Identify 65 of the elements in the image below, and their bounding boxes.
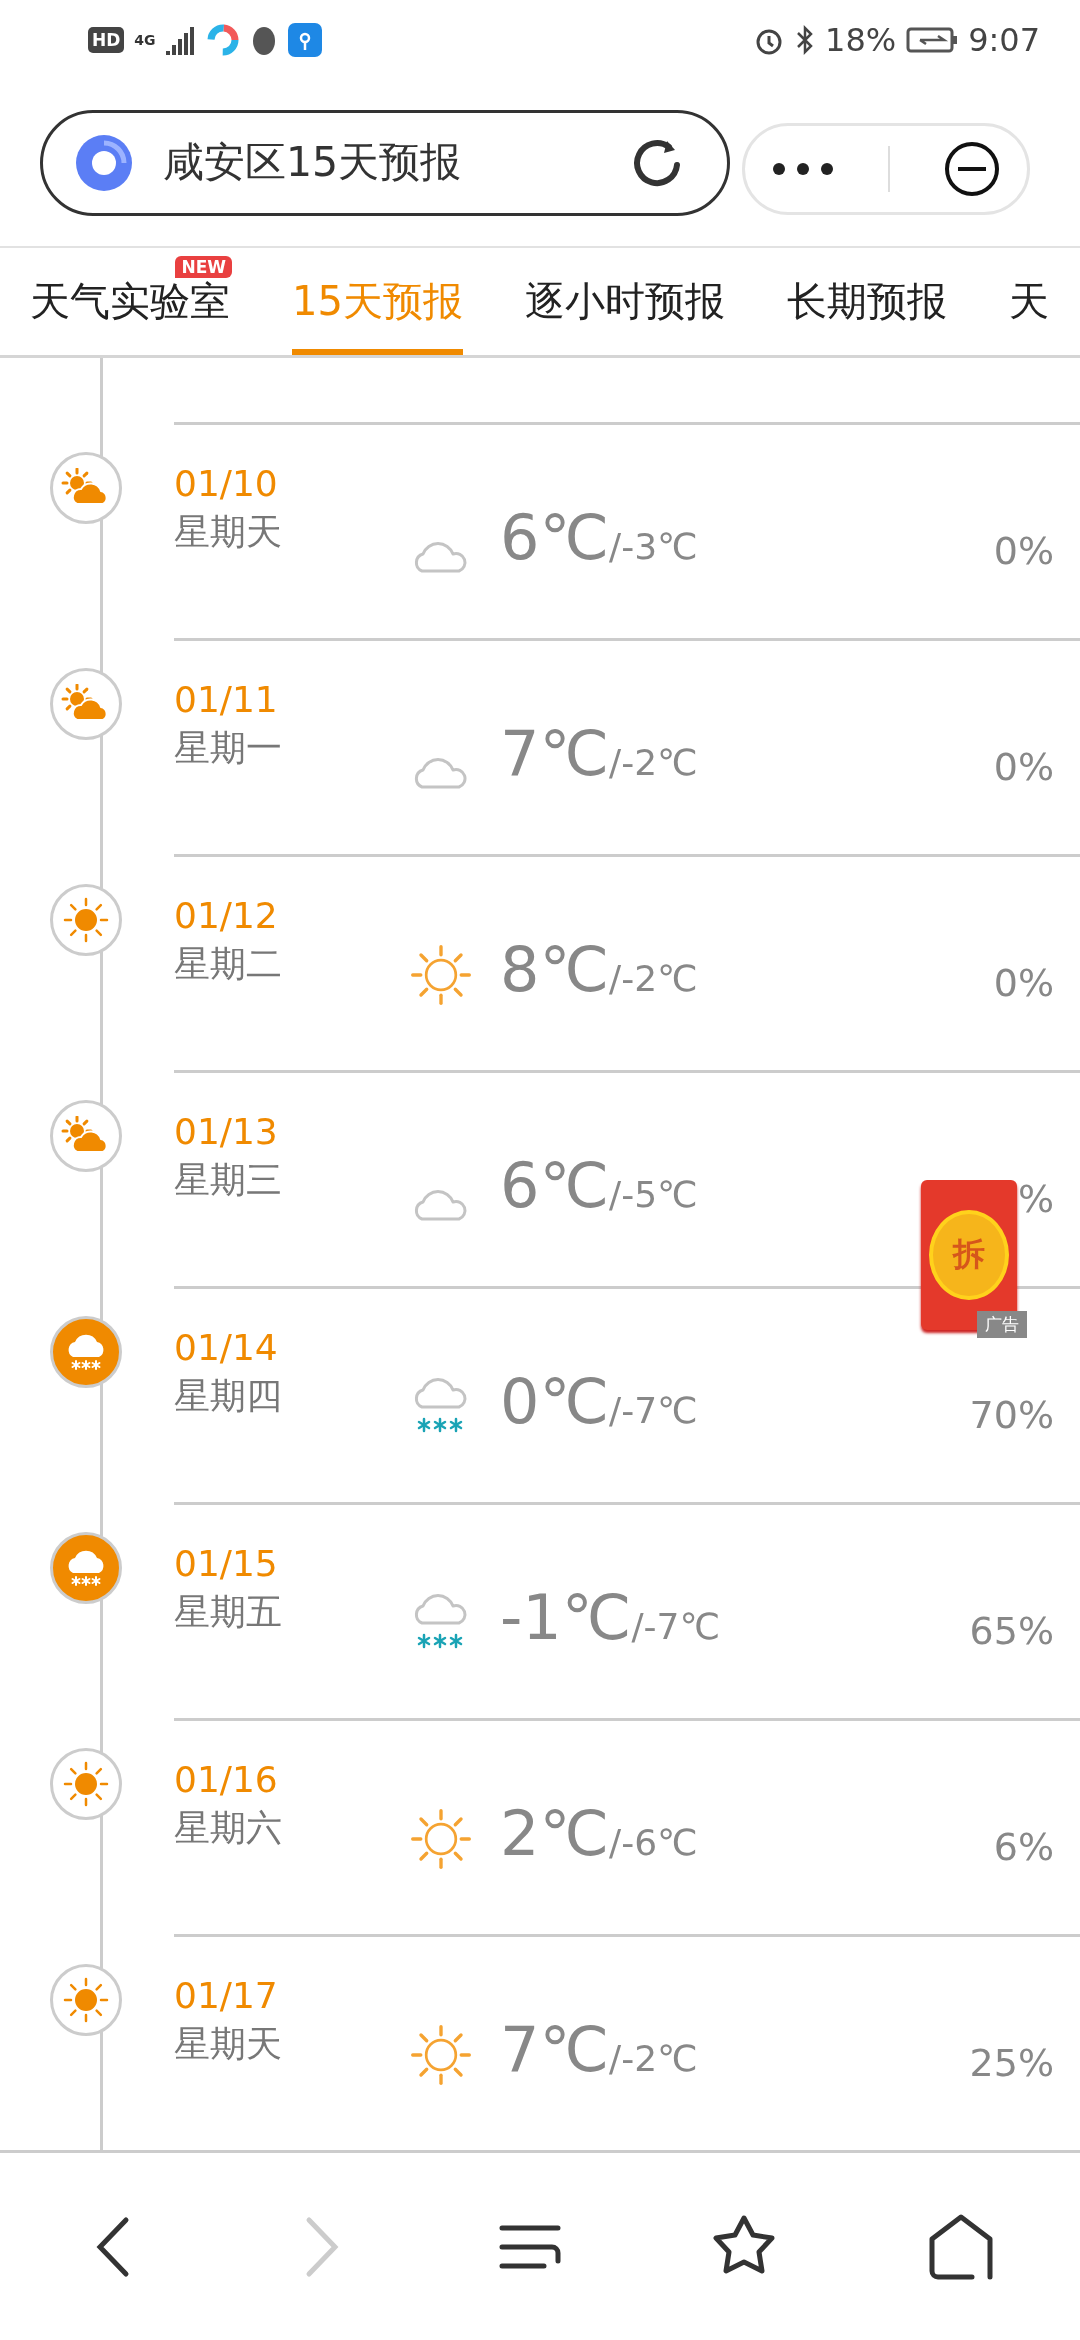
weekday: 星期天 [174,2022,283,2067]
precipitation-chance: 25% [969,2040,1054,2087]
forecast-date: 01/17 [174,1975,279,2017]
ad-label: 广告 [977,1311,1027,1338]
high-temperature: 2℃ [500,1797,610,1871]
low-temperature: /-7℃ [631,1606,720,1648]
weekday: 星期天 [174,510,283,555]
address-bar[interactable]: 咸安区15天预报 [40,109,730,216]
high-temperature: 6℃ [500,501,610,575]
battery-charging-icon [906,25,959,54]
high-temperature: 0℃ [500,1365,610,1439]
low-temperature: /-2℃ [609,2038,698,2080]
hd-indicator: HD [88,26,125,53]
bluetooth-icon [795,23,815,56]
low-temperature: /-6℃ [609,1822,698,1864]
sun-icon [63,897,109,944]
battery-percent: 18% [825,20,897,59]
high-temperature: 7℃ [500,717,610,791]
weekday: 星期二 [174,942,283,987]
forecast-date: 01/10 [174,463,279,505]
sun-outline-icon [410,1808,472,1871]
low-temperature: /-7℃ [609,1390,698,1432]
precipitation-chance: 0% [993,528,1054,575]
forecast-date: 01/13 [174,1111,279,1153]
low-temperature: /-2℃ [609,742,698,784]
weekday: 星期五 [174,1590,283,1635]
network-type: 4G [134,31,156,48]
tab[interactable]: 长期预报 [786,248,947,356]
precipitation-chance: % [1017,1176,1054,1223]
sun-icon [63,1977,109,2024]
precipitation-chance: 0% [993,744,1054,791]
high-temperature: 6℃ [500,1149,610,1223]
sun-outline-icon [410,2024,472,2087]
minimize-button[interactable] [942,139,1001,198]
high-temperature: 8℃ [500,933,610,1007]
page-title: 咸安区15天预报 [163,137,463,189]
clock-time: 9:07 [968,20,1040,59]
sun-icon [63,1761,109,1808]
weekday: 星期四 [174,1374,283,1419]
precipitation-chance: 0% [993,960,1054,1007]
ad-glyph: 拆 [929,1210,1009,1300]
low-temperature: /-3℃ [609,526,698,568]
precipitation-chance: 65% [969,1608,1054,1655]
high-temperature: 7℃ [500,2013,610,2087]
low-temperature: /-5℃ [609,1174,698,1216]
forecast-date: 01/11 [174,679,279,721]
forecast-date: 01/15 [174,1543,279,1585]
low-temperature: /-2℃ [609,958,698,1000]
high-temperature: -1℃ [500,1581,632,1655]
forecast-date: 01/12 [174,895,279,937]
new-badge: NEW [175,256,232,279]
swirl-logo-icon [75,133,133,192]
forecast-date: 01/14 [174,1327,279,1369]
precipitation-chance: 6% [993,1824,1054,1871]
sun-outline-icon [410,944,472,1007]
weekday: 星期六 [174,1806,283,1851]
signal-icon [165,24,196,55]
more-button[interactable] [771,161,836,176]
weekday: 星期一 [174,726,283,771]
forecast-date: 01/16 [174,1759,279,1801]
tab[interactable]: 逐小时预报 [524,248,725,356]
colorful-ring-icon [205,22,240,57]
weekday: 星期三 [174,1158,283,1203]
precipitation-chance: 70% [969,1392,1054,1439]
tab[interactable]: 天 [1008,248,1049,356]
